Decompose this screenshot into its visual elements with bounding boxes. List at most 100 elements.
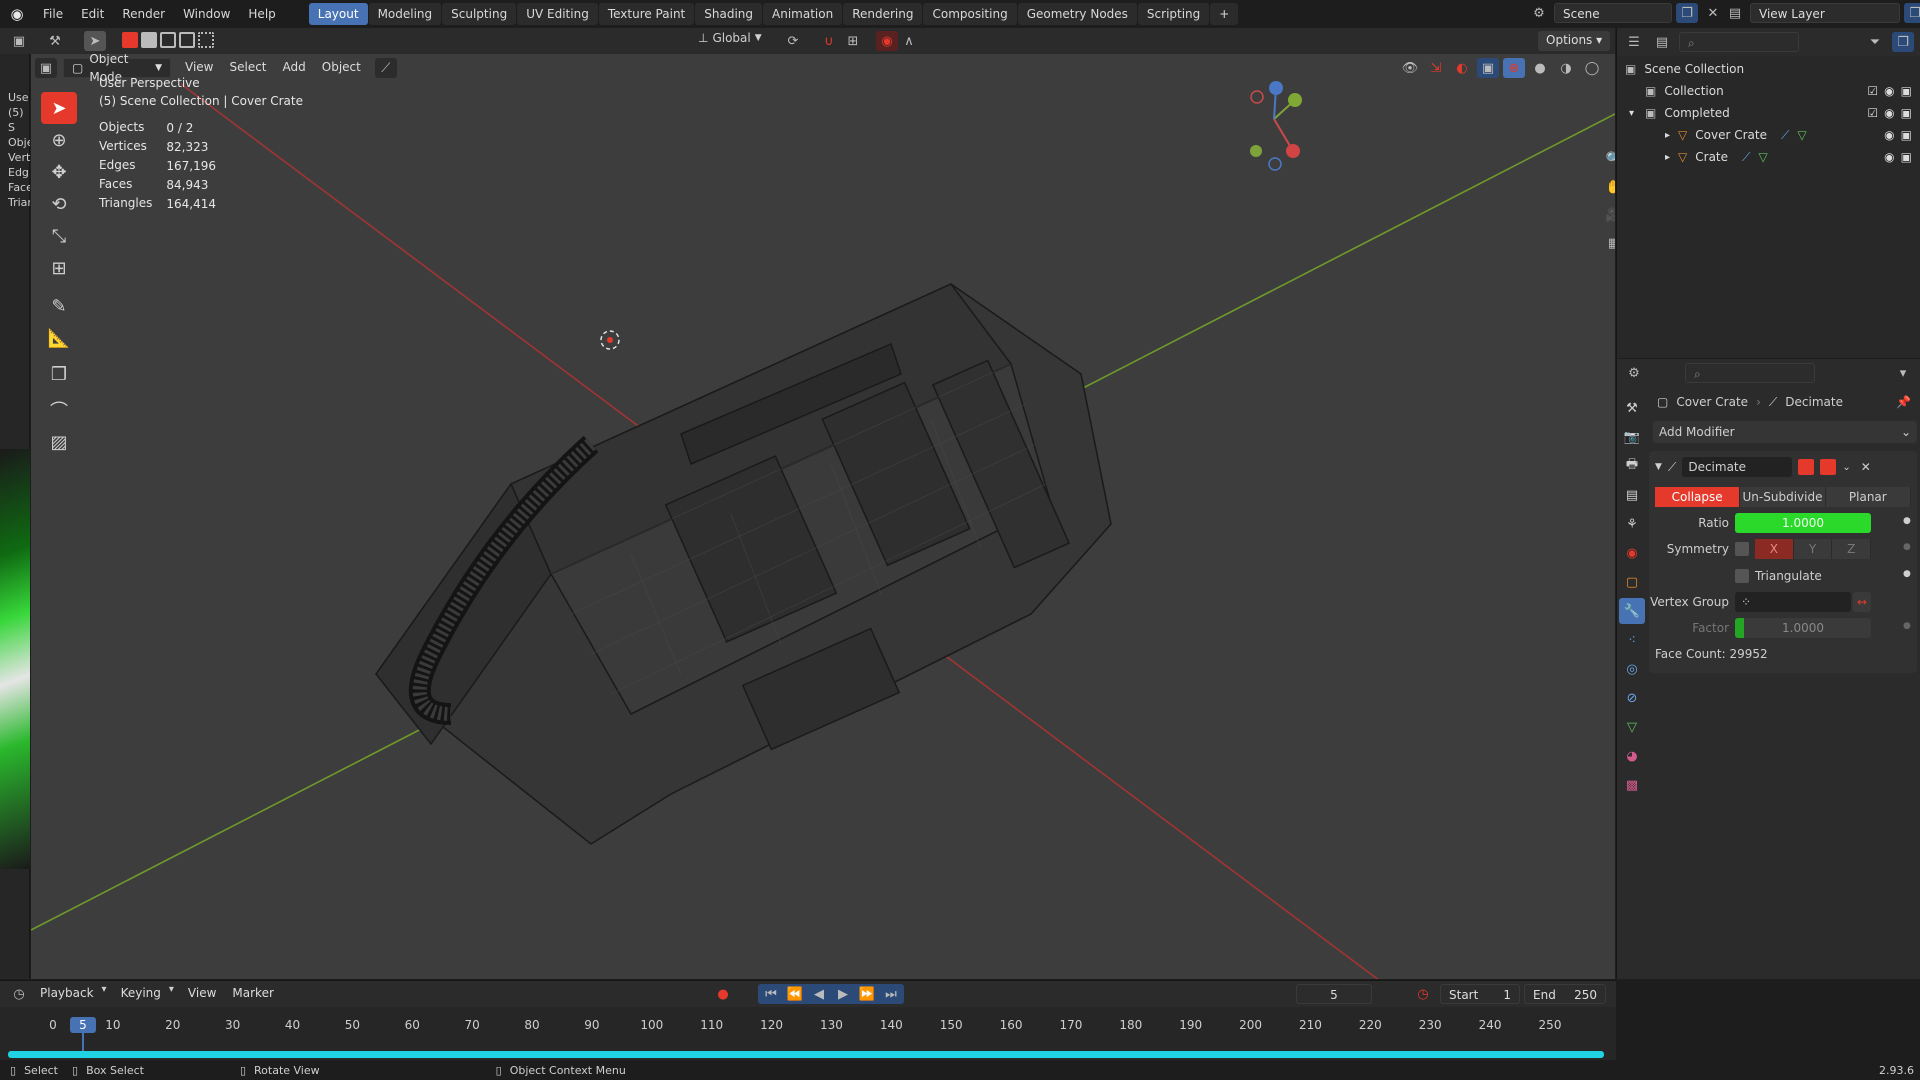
transform-orientation[interactable]: ⊥ Global ▼: [698, 31, 762, 45]
overlay-toggle-icon[interactable]: ◐: [1451, 58, 1473, 78]
menu-help[interactable]: Help: [239, 0, 284, 28]
camera-render-icon[interactable]: ▣: [1901, 84, 1912, 98]
add-workspace-button[interactable]: +: [1210, 3, 1239, 25]
gizmo-z-icon[interactable]: [1269, 81, 1283, 95]
mode-tab-collapse[interactable]: Collapse: [1655, 487, 1741, 507]
snap-target-icon[interactable]: ⊞: [842, 31, 864, 51]
ratio-slider[interactable]: 1.0000: [1735, 513, 1871, 533]
xray-toggle-icon[interactable]: ▣: [1477, 58, 1499, 78]
mode-tab-un-subdivide[interactable]: Un-Subdivide: [1740, 487, 1826, 507]
tab-layout[interactable]: Layout: [308, 3, 368, 25]
gizmo-x-icon[interactable]: [1286, 144, 1300, 158]
factor-slider[interactable]: 1.0000: [1735, 618, 1871, 638]
eye-icon[interactable]: ◉: [1884, 128, 1894, 142]
frame-ruler[interactable]: 0 10 20 30 40 50 60 70 80 90 100 110 120 130 140 150 160…: [0, 981, 1616, 1061]
new-scene-icon[interactable]: ❐: [1676, 3, 1698, 23]
expand-chevron-icon[interactable]: ▾: [1629, 108, 1634, 119]
select-box-icon[interactable]: ➤: [41, 92, 77, 124]
menu-render[interactable]: Render: [113, 0, 174, 28]
measure-tool-icon[interactable]: 📐: [41, 322, 77, 354]
vertex-group-field[interactable]: ⁘: [1735, 592, 1851, 612]
eye-icon[interactable]: ◉: [1884, 106, 1894, 120]
symmetry-checkbox[interactable]: [1735, 542, 1749, 556]
remove-modifier-icon[interactable]: ✕: [1861, 460, 1871, 474]
tab-sculpting[interactable]: Sculpting: [442, 3, 517, 25]
rendered-shading-icon[interactable]: ◯: [1581, 58, 1603, 78]
tab-compositing[interactable]: Compositing: [923, 3, 1017, 25]
chevron-down-icon[interactable]: ▾: [1892, 363, 1914, 383]
blender-logo-icon[interactable]: ◉: [0, 5, 34, 23]
tab-geometry-nodes[interactable]: Geometry Nodes: [1017, 3, 1137, 25]
tab-scripting[interactable]: Scripting: [1137, 3, 1210, 25]
select-new-icon[interactable]: [122, 32, 138, 48]
constraints-tab-icon[interactable]: ⊘: [1619, 685, 1645, 711]
eye-icon[interactable]: ◉: [1884, 150, 1894, 164]
output-tab-icon[interactable]: 🖶: [1619, 453, 1645, 479]
eye-icon[interactable]: ◉: [1884, 84, 1894, 98]
expand-chevron-icon[interactable]: ▸: [1665, 130, 1670, 141]
show-in-editmode-icon[interactable]: [1798, 459, 1815, 475]
pan-hand-icon[interactable]: ✋: [1603, 177, 1615, 197]
transform-tool-icon[interactable]: ⊞: [41, 252, 77, 284]
select-subtract-icon[interactable]: [160, 32, 176, 48]
zoom-icon[interactable]: 🔍: [1603, 149, 1615, 169]
outliner-search-input[interactable]: ⌕: [1679, 32, 1799, 52]
falloff-icon[interactable]: ∧: [898, 31, 920, 51]
editor-type-icon[interactable]: ▣: [8, 31, 30, 51]
object-tab-icon[interactable]: ▢: [1619, 569, 1645, 595]
view-layer-field[interactable]: View Layer: [1750, 3, 1900, 23]
modifier-name-field[interactable]: Decimate: [1682, 457, 1793, 477]
material-tab-icon[interactable]: ◕: [1619, 743, 1645, 769]
material-shading-icon[interactable]: ◑: [1555, 58, 1577, 78]
show-in-viewport-icon[interactable]: [1820, 459, 1837, 475]
cursor-tool-icon[interactable]: ⊕: [41, 124, 77, 156]
outliner-row[interactable]: ▣ Scene Collection: [1617, 58, 1920, 80]
select-invert-icon[interactable]: [179, 32, 195, 48]
new-view-layer-icon[interactable]: ❐: [1904, 3, 1920, 23]
menu-file[interactable]: File: [34, 0, 72, 28]
particles-tab-icon[interactable]: ⁖: [1619, 627, 1645, 653]
tab-modeling[interactable]: Modeling: [368, 3, 442, 25]
3d-viewport[interactable]: ▣ ▢ Object Mode ▼ View Select Add Object ⟋ …: [31, 54, 1615, 979]
axis-x-button[interactable]: X: [1755, 539, 1794, 559]
exclude-checkbox[interactable]: ☑: [1867, 106, 1878, 120]
object-gizmo-dropdown-icon[interactable]: ⟋: [374, 58, 397, 78]
navigation-gizmo[interactable]: [1250, 81, 1302, 171]
tab-shading[interactable]: Shading: [695, 3, 762, 25]
options-dropdown[interactable]: Options ▾: [1538, 31, 1611, 51]
outliner-row[interactable]: ▣ Collection ☑ ◉ ▣: [1617, 80, 1920, 102]
wireframe-shading-icon[interactable]: ⊕: [1503, 58, 1525, 78]
pivot-point-icon[interactable]: ⟳: [782, 31, 804, 51]
annotate-tool-icon[interactable]: ✎: [41, 290, 77, 322]
image-tool-icon[interactable]: ▨: [41, 426, 77, 458]
gizmo-toggle-icon[interactable]: ⇲: [1425, 58, 1447, 78]
editor-type-icon[interactable]: ⚙: [1623, 363, 1645, 383]
camera-render-icon[interactable]: ▣: [1901, 128, 1912, 142]
exclude-checkbox[interactable]: ☑: [1867, 84, 1878, 98]
select-extend-icon[interactable]: [141, 32, 157, 48]
keyframe-dot-icon[interactable]: ●: [1903, 516, 1911, 526]
spline-tool-icon[interactable]: ⌒: [41, 394, 77, 426]
snap-magnet-icon[interactable]: ∪: [818, 31, 840, 51]
keyframe-dot-icon[interactable]: ●: [1903, 621, 1911, 631]
tool-tab-icon[interactable]: ⚒: [1619, 395, 1645, 421]
mesh-data-icon[interactable]: ▽: [1758, 150, 1767, 164]
triangulate-checkbox[interactable]: [1735, 569, 1749, 583]
add-cube-tool-icon[interactable]: ❒: [41, 358, 77, 390]
properties-search-input[interactable]: ⌕: [1685, 363, 1815, 383]
keyframe-dot-icon[interactable]: ●: [1903, 569, 1911, 579]
viewport-menu-object[interactable]: Object: [314, 58, 369, 78]
invert-vertex-group-icon[interactable]: ↔: [1853, 592, 1871, 612]
mode-tab-planar[interactable]: Planar: [1825, 487, 1911, 507]
rotate-tool-icon[interactable]: ⟲: [41, 188, 77, 220]
solid-shading-icon[interactable]: ●: [1529, 58, 1551, 78]
tab-animation[interactable]: Animation: [763, 3, 843, 25]
add-modifier-dropdown[interactable]: Add Modifier ⌄: [1653, 421, 1917, 443]
outliner-row[interactable]: ▸ ▽ Cover Crate ⟋ ▽ ◉ ▣: [1617, 124, 1920, 146]
editor-type-icon[interactable]: ☰: [1623, 32, 1645, 52]
view-layer-icon[interactable]: ▤: [1724, 3, 1746, 23]
scale-tool-icon[interactable]: ⤡: [41, 220, 77, 252]
keyframe-dot-icon[interactable]: ●: [1903, 542, 1911, 552]
frame-range-bar[interactable]: [8, 1051, 1604, 1058]
camera-view-icon[interactable]: 🎥: [1603, 205, 1615, 225]
